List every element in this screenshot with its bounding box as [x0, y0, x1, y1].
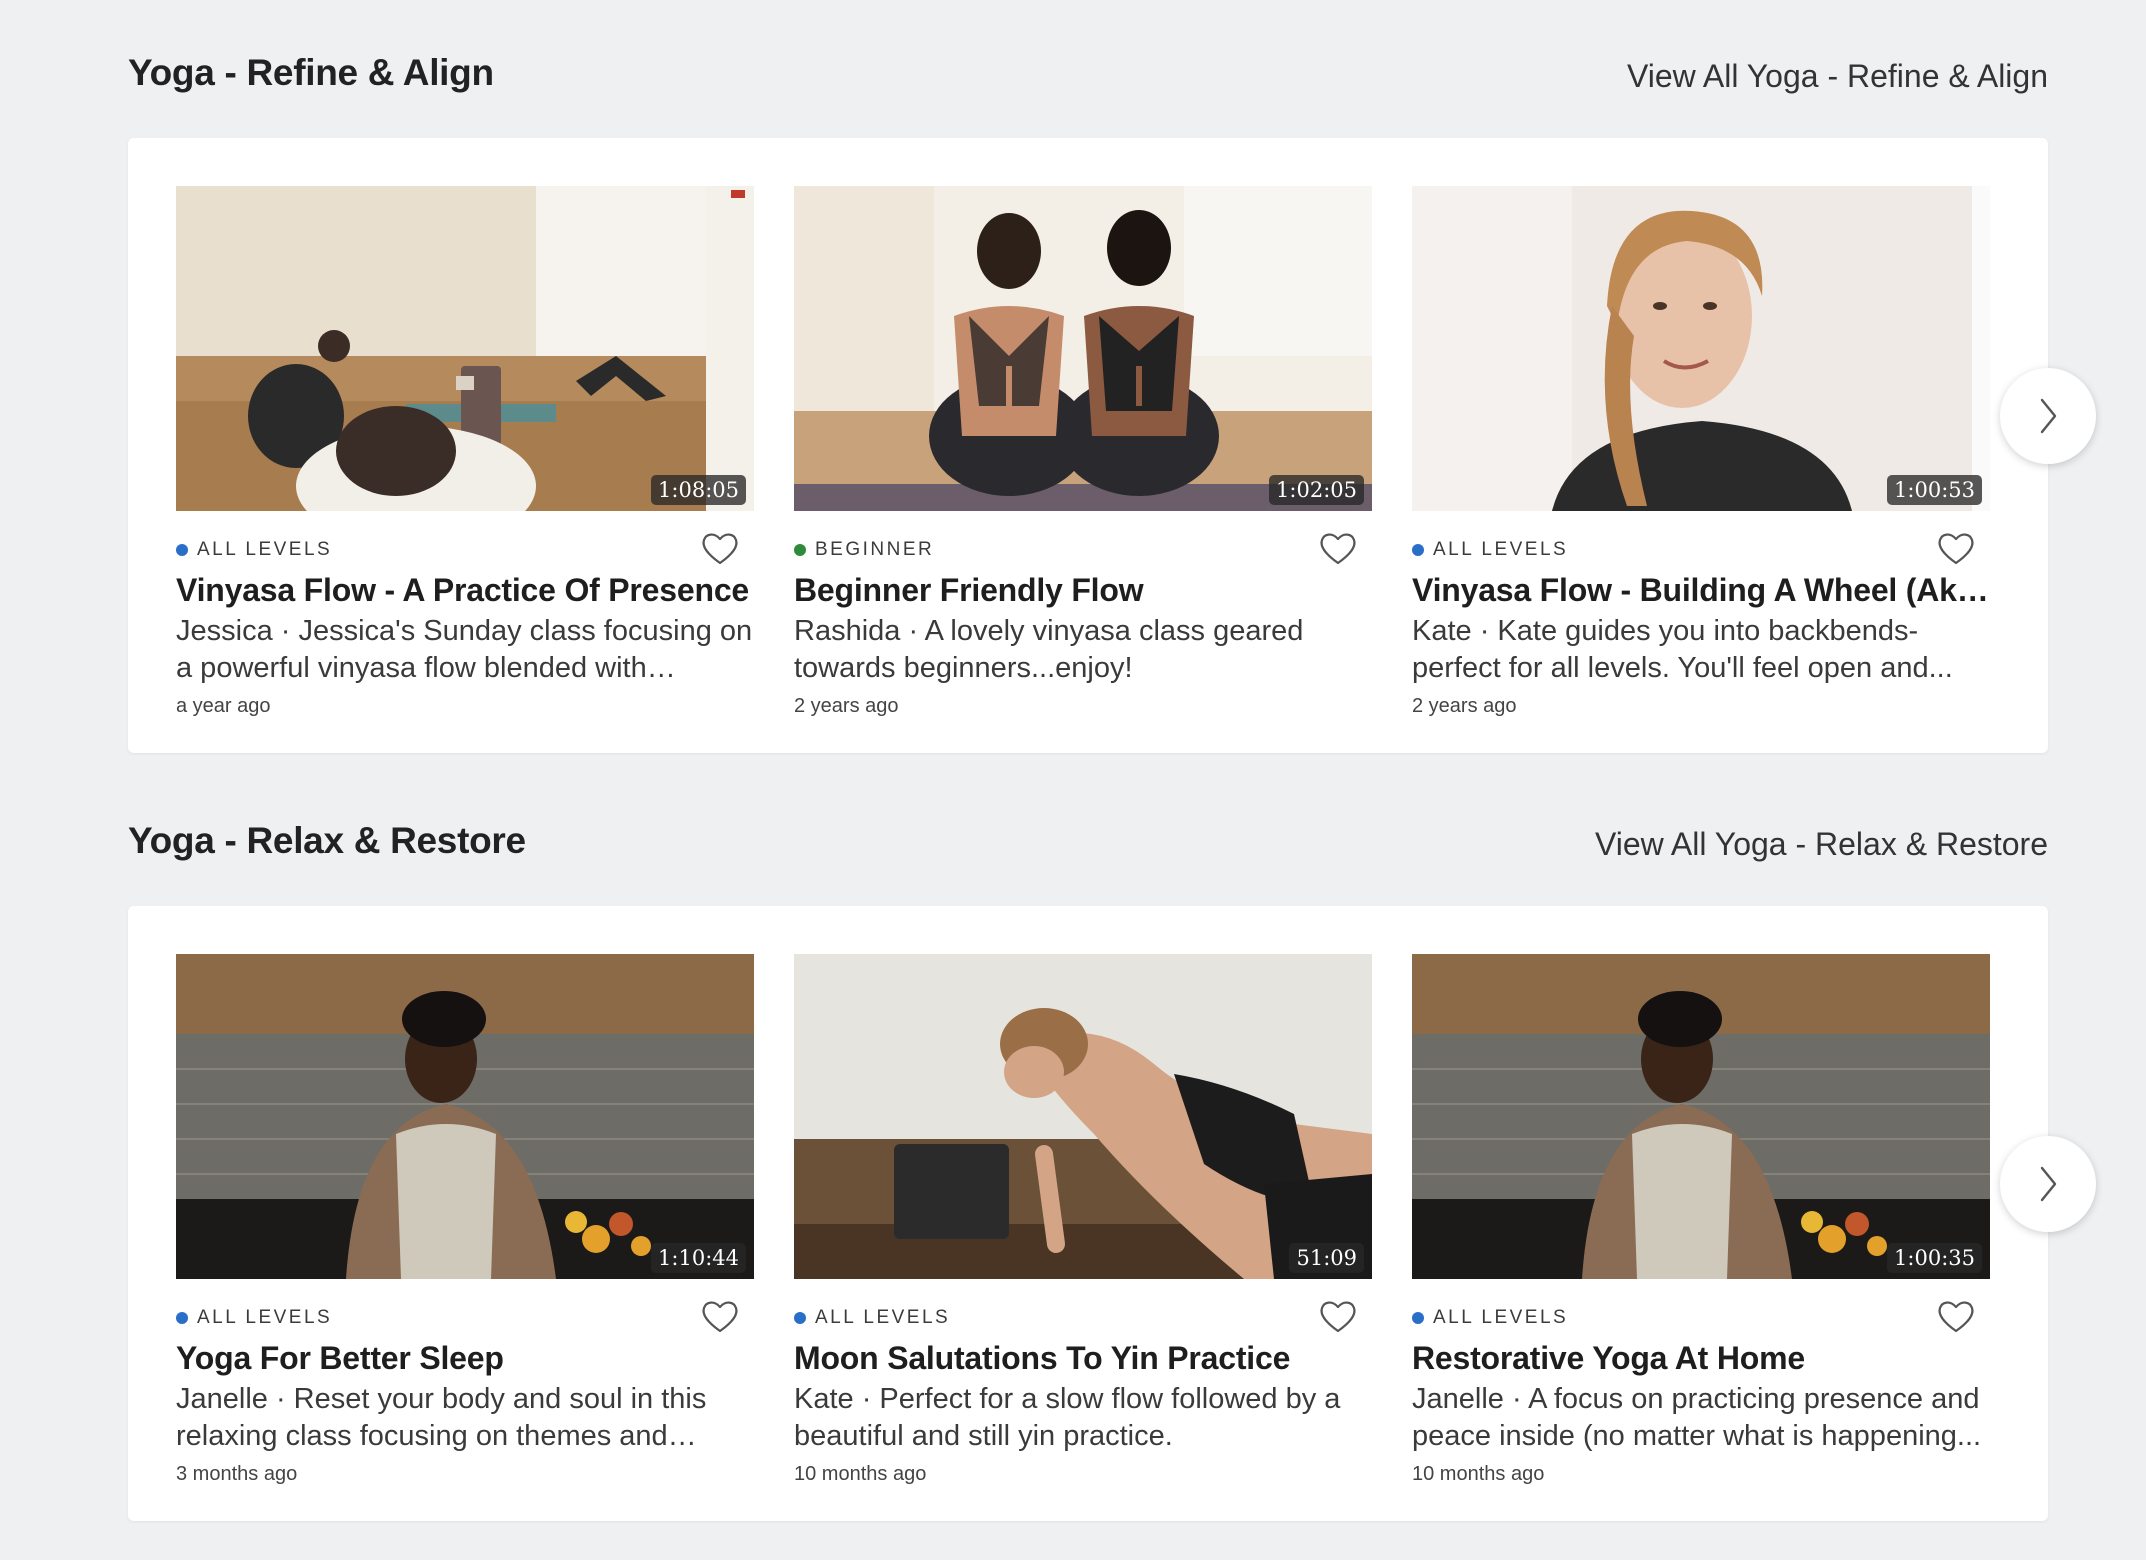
card-meta: ALL LEVELS [176, 1297, 754, 1337]
card-age: 10 months ago [794, 1463, 927, 1485]
card-description: Rashida · A lovely vinyasa class geared … [794, 615, 1304, 684]
chevron-right-icon [2040, 398, 2057, 434]
video-card[interactable]: 1:00:53 ALL LEVELS Vinyasa Flow - Buildi… [1412, 186, 1990, 718]
instructor-portrait-image [1412, 186, 1990, 511]
video-thumbnail[interactable]: 1:10:44 [176, 954, 754, 1279]
section-header: Yoga - Relax & Restore View All Yoga - R… [128, 768, 2048, 906]
level-label: BEGINNER [815, 539, 935, 560]
heart-icon[interactable] [700, 1297, 740, 1337]
video-thumbnail[interactable]: 1:08:05 [176, 186, 754, 511]
video-card[interactable]: 1:08:05 ALL LEVELS Vinyasa Flow - A Prac… [176, 186, 754, 718]
carousel-next-button[interactable] [2000, 368, 2096, 464]
section-relax-restore: Yoga - Relax & Restore View All Yoga - R… [128, 768, 2096, 1521]
duration-badge: 1:00:35 [1887, 1243, 1982, 1273]
level-dot [176, 1312, 188, 1324]
card-age: 2 years ago [1412, 695, 1517, 717]
carousel-next-button[interactable] [2000, 1136, 2096, 1232]
heart-icon[interactable] [1318, 529, 1358, 569]
card-title[interactable]: Vinyasa Flow - Building A Wheel (Aka -..… [1412, 569, 1990, 611]
section-header: Yoga - Refine & Align View All Yoga - Re… [128, 0, 2048, 138]
card-age: a year ago [176, 695, 271, 717]
heart-icon[interactable] [700, 529, 740, 569]
forward-fold-image [794, 954, 1372, 1279]
heart-icon[interactable] [1318, 1297, 1358, 1337]
level-dot [1412, 1312, 1424, 1324]
card-age: 10 months ago [1412, 1463, 1545, 1485]
duration-badge: 1:02:05 [1269, 475, 1364, 505]
duration-badge: 51:09 [1289, 1243, 1364, 1273]
card-age: 2 years ago [794, 695, 899, 717]
video-thumbnail[interactable]: 51:09 [794, 954, 1372, 1279]
view-all-link[interactable]: View All Yoga - Refine & Align [1627, 58, 2048, 95]
card-meta: ALL LEVELS [1412, 1297, 1990, 1337]
section-title: Yoga - Relax & Restore [128, 820, 526, 861]
level-label: ALL LEVELS [815, 1307, 951, 1328]
section-title: Yoga - Refine & Align [128, 52, 494, 93]
duration-badge: 1:00:53 [1887, 475, 1982, 505]
duration-badge: 1:08:05 [651, 475, 746, 505]
level-dot [794, 1312, 806, 1324]
level-label: ALL LEVELS [197, 1307, 333, 1328]
two-yogis-image [794, 186, 1372, 511]
card-description: Janelle · A focus on practicing presence… [1412, 1383, 1982, 1452]
chevron-right-icon [2040, 1166, 2057, 1202]
card-description: Kate · Kate guides you into backbends- p… [1412, 615, 1953, 684]
instructor-seated-image [176, 954, 754, 1279]
video-thumbnail[interactable]: 1:02:05 [794, 186, 1372, 511]
card-title[interactable]: Moon Salutations To Yin Practice [794, 1337, 1372, 1379]
card-title[interactable]: Yoga For Better Sleep [176, 1337, 754, 1379]
heart-icon[interactable] [1936, 529, 1976, 569]
card-meta: BEGINNER [794, 529, 1372, 569]
card-meta: ALL LEVELS [1412, 529, 1990, 569]
video-card[interactable]: 51:09 ALL LEVELS Moon Salutations To Yin… [794, 954, 1372, 1486]
video-thumbnail[interactable]: 1:00:35 [1412, 954, 1990, 1279]
level-dot [1412, 544, 1424, 556]
level-label: ALL LEVELS [197, 539, 333, 560]
level-tag: ALL LEVELS [794, 1307, 950, 1329]
card-meta: ALL LEVELS [176, 529, 754, 569]
level-dot [794, 544, 806, 556]
level-tag: ALL LEVELS [1412, 539, 1568, 561]
level-tag: BEGINNER [794, 539, 934, 561]
level-label: ALL LEVELS [1433, 539, 1569, 560]
video-card[interactable]: 1:10:44 ALL LEVELS Yoga For Better Sleep… [176, 954, 754, 1486]
video-card[interactable]: 1:02:05 BEGINNER Beginner Friendly Flow … [794, 186, 1372, 718]
heart-icon[interactable] [1936, 1297, 1976, 1337]
video-thumbnail[interactable]: 1:00:53 [1412, 186, 1990, 511]
card-description: Jessica · Jessica's Sunday class focusin… [176, 615, 753, 684]
card-title[interactable]: Vinyasa Flow - A Practice Of Presence [176, 569, 754, 611]
duration-badge: 1:10:44 [651, 1243, 746, 1273]
card-title[interactable]: Restorative Yoga At Home [1412, 1337, 1990, 1379]
level-dot [176, 544, 188, 556]
view-all-link[interactable]: View All Yoga - Relax & Restore [1595, 826, 2048, 863]
level-tag: ALL LEVELS [1412, 1307, 1568, 1329]
level-tag: ALL LEVELS [176, 1307, 332, 1329]
card-description: Janelle · Reset your body and soul in th… [176, 1383, 707, 1452]
video-carousel: 1:10:44 ALL LEVELS Yoga For Better Sleep… [128, 906, 2096, 1521]
section-refine-align: Yoga - Refine & Align View All Yoga - Re… [128, 0, 2096, 753]
video-card[interactable]: 1:00:35 ALL LEVELS Restorative Yoga At H… [1412, 954, 1990, 1486]
card-title[interactable]: Beginner Friendly Flow [794, 569, 1372, 611]
instructor-seated-image [1412, 954, 1990, 1279]
level-tag: ALL LEVELS [176, 539, 332, 561]
card-age: 3 months ago [176, 1463, 298, 1485]
card-meta: ALL LEVELS [794, 1297, 1372, 1337]
card-description: Kate · Perfect for a slow flow followed … [794, 1383, 1341, 1452]
level-label: ALL LEVELS [1433, 1307, 1569, 1328]
studio-class-image [176, 186, 754, 511]
video-carousel: 1:08:05 ALL LEVELS Vinyasa Flow - A Prac… [128, 138, 2096, 753]
